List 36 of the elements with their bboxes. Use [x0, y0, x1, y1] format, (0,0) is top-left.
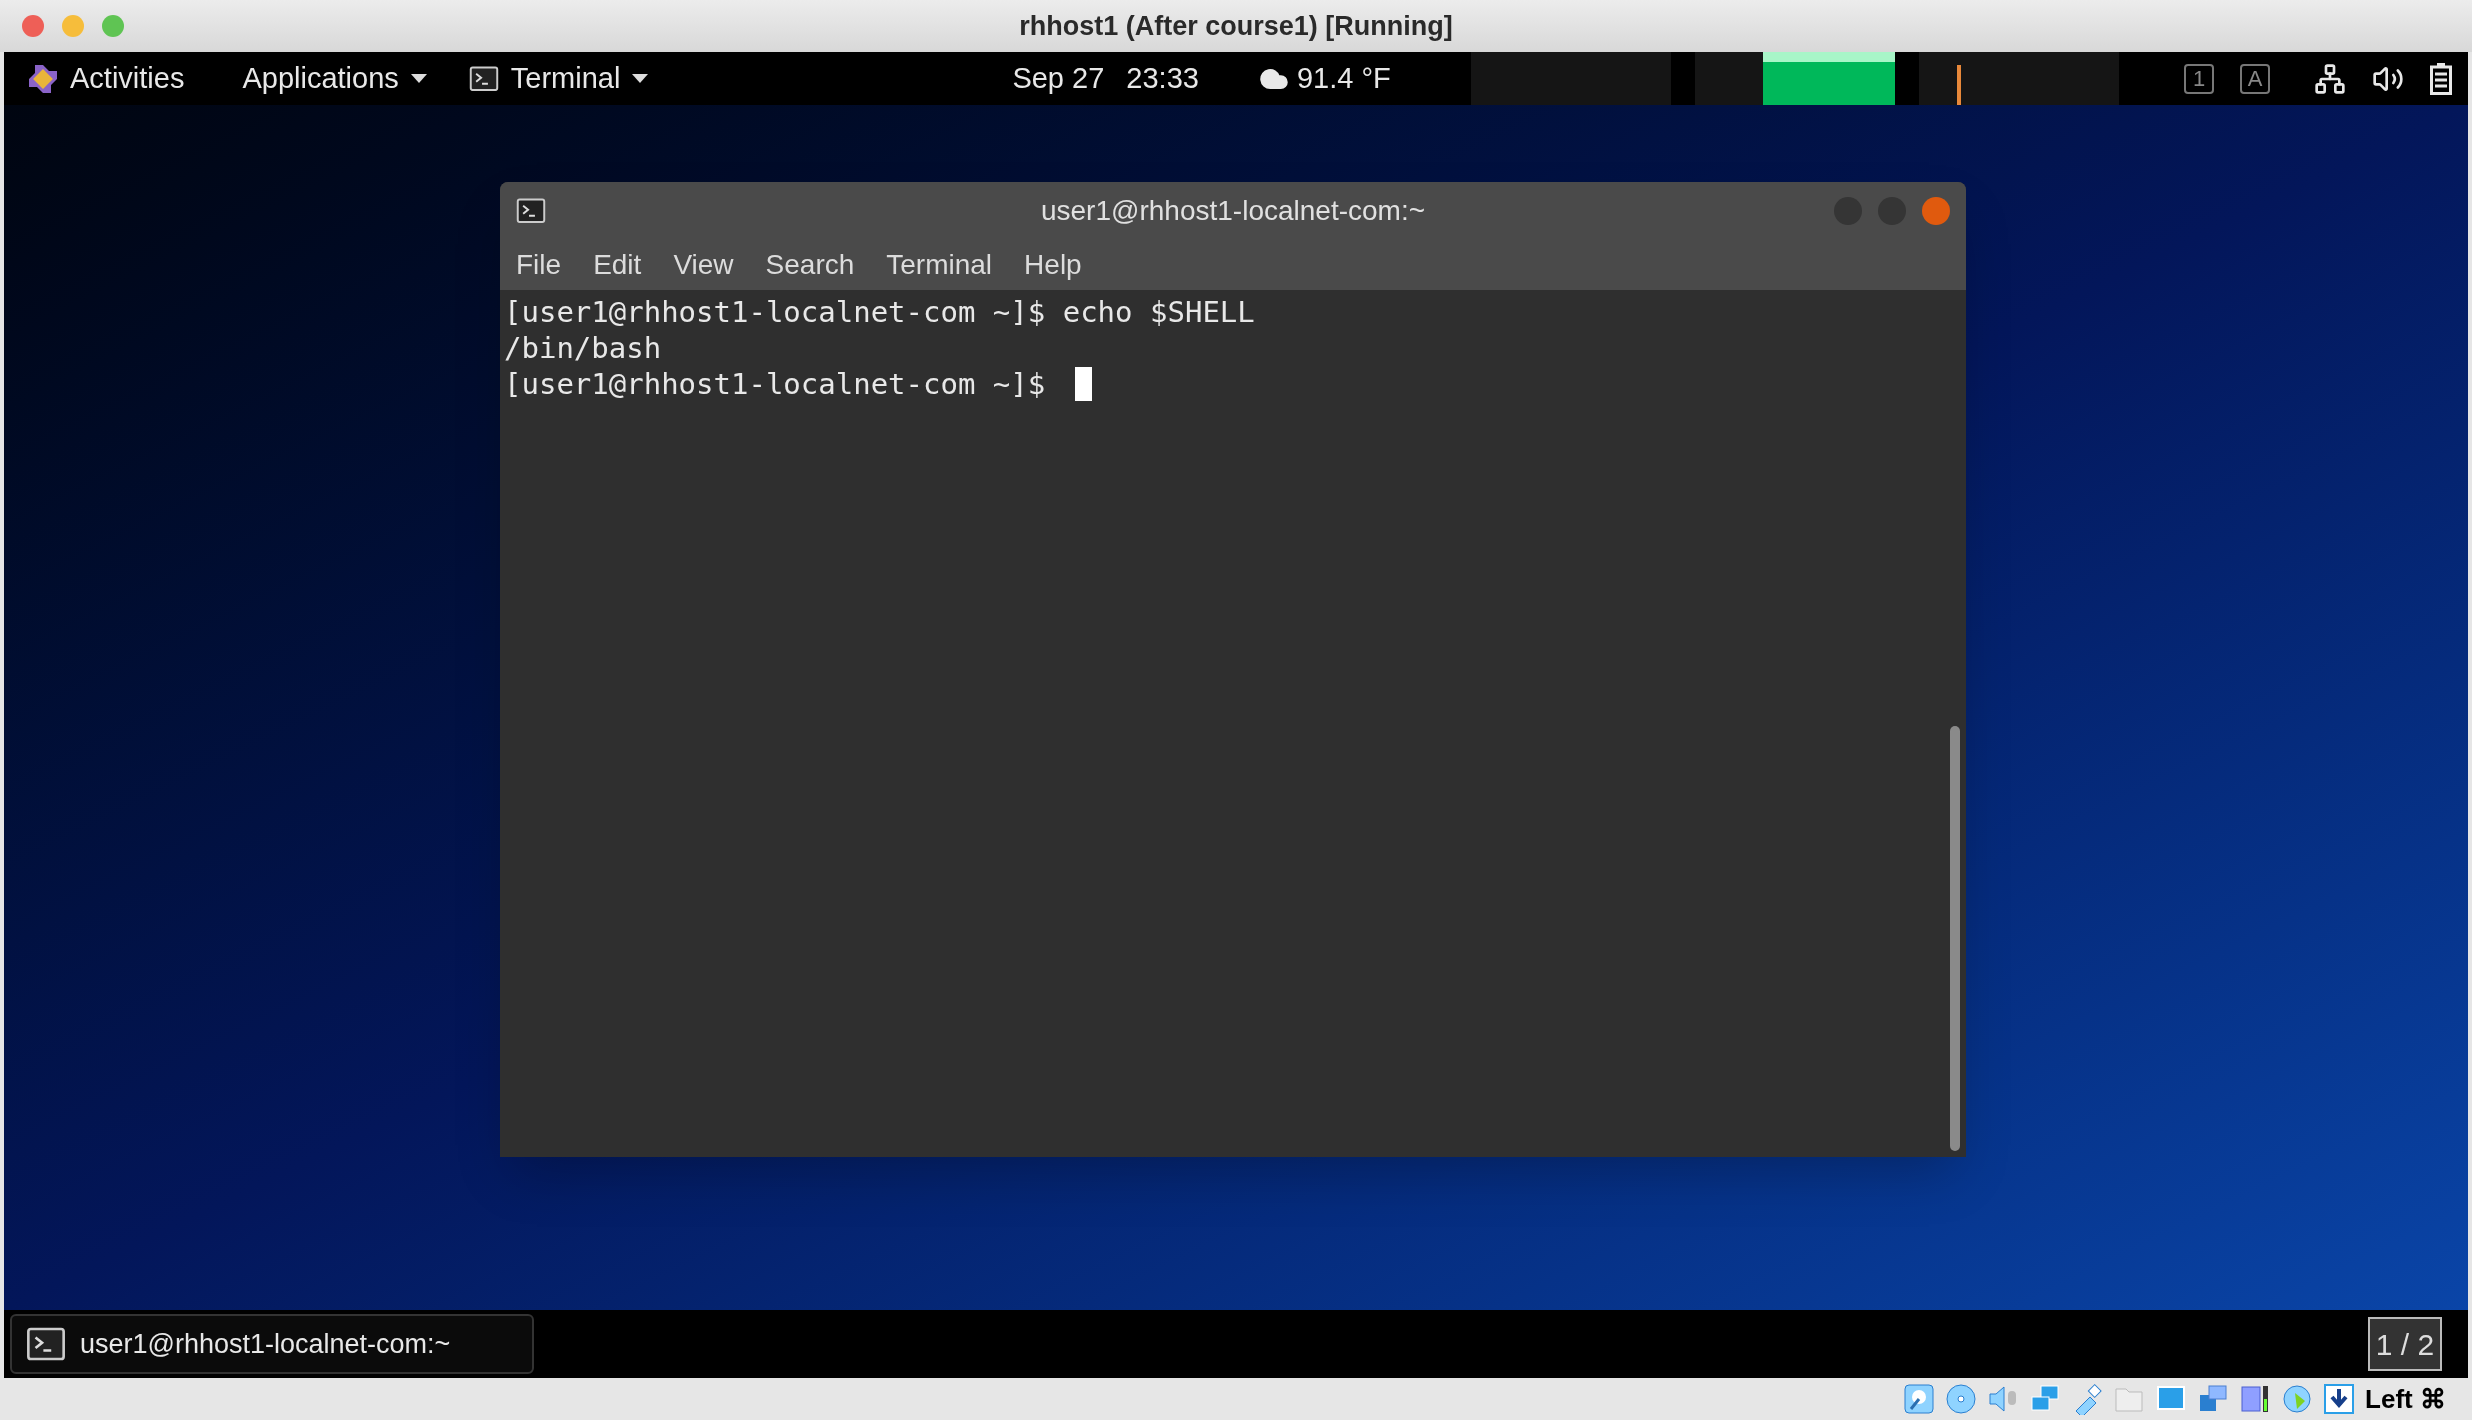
terminal-icon [516, 198, 546, 224]
menu-item[interactable]: View [673, 244, 734, 286]
clock[interactable]: Sep 27 23:33 [1012, 56, 1199, 101]
workspace-switcher[interactable]: 1 / 2 [2368, 1317, 2442, 1371]
menu-item[interactable]: File [516, 244, 562, 286]
optical-disc-icon[interactable] [1945, 1383, 1978, 1415]
close-button[interactable] [22, 15, 44, 37]
terminal-title: user1@rhhost1-localnet-com:~ [1041, 194, 1425, 228]
maximize-button[interactable] [102, 15, 124, 37]
battery-icon[interactable] [2430, 62, 2452, 95]
caret-icon [410, 73, 427, 84]
terminal-line: [user1@rhhost1-localnet-com ~]$ echo $SHELL [504, 294, 1255, 330]
keyboard-indicator: A [2240, 63, 2270, 94]
caret-icon [632, 73, 649, 84]
window-title: rhhost1 (After course1) [Running] [1019, 9, 1453, 43]
terminal-app-menu[interactable]: Terminal [444, 56, 673, 101]
terminal-line: /bin/bash [504, 330, 662, 366]
applications-menu[interactable]: Applications [224, 56, 445, 101]
scrollbar-thumb[interactable] [1950, 726, 1960, 1151]
keyboard-indicator: 1 [2184, 63, 2214, 94]
activities-button[interactable]: Activities [4, 56, 225, 101]
menu-item[interactable]: Edit [593, 244, 642, 286]
menu-item[interactable]: Terminal [886, 244, 993, 286]
logo-icon [28, 63, 58, 94]
network-icon[interactable] [2314, 62, 2346, 95]
terminal-icon [468, 65, 499, 92]
terminal-line: [user1@rhhost1-localnet-com ~]$ [504, 366, 1047, 402]
download-icon[interactable] [2323, 1383, 2356, 1415]
menu-item[interactable]: Help [1024, 244, 1082, 286]
taskbar-item[interactable]: user1@rhhost1-localnet-com:~ [10, 1314, 534, 1374]
close-button[interactable] [1922, 197, 1950, 225]
host-key-label: Left ⌘ [2365, 1382, 2446, 1416]
weather-indicator[interactable]: 91.4 °F [1258, 56, 1391, 101]
text-cursor [1074, 367, 1092, 401]
terminal-icon [26, 1327, 66, 1361]
menu-item[interactable]: Search [765, 244, 855, 286]
